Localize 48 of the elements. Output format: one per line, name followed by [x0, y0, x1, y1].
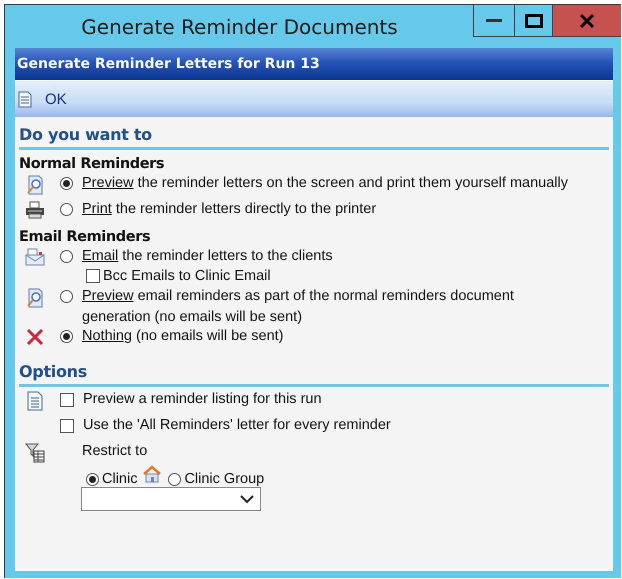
section-heading: Do you want to: [19, 117, 609, 150]
section-heading: Options: [19, 354, 609, 387]
checkbox[interactable]: [60, 419, 74, 433]
radio-button[interactable]: [60, 177, 73, 190]
group-heading: Normal Reminders: [19, 155, 166, 174]
window-title: Generate Reminder Documents: [80, 14, 399, 39]
cross-icon: [25, 328, 45, 346]
radio-button[interactable]: [60, 250, 73, 263]
option-text: Preview email reminders as part of the normal reminders document generation (no emails will be sent): [82, 287, 515, 327]
option-link[interactable]: Email: [82, 248, 118, 264]
close-icon: [580, 14, 594, 28]
option-text: Nothing (no emails will be sent): [82, 327, 284, 346]
radio-button[interactable]: [60, 290, 73, 303]
radio-button[interactable]: [168, 472, 182, 486]
minimize-icon: [486, 18, 502, 22]
radio-button[interactable]: [86, 472, 99, 486]
document-icon: [25, 391, 45, 411]
group-heading: Email Reminders: [19, 228, 152, 247]
maximize-icon: [524, 14, 542, 28]
option-text: Preview the reminder letters on the screen and print them yourself manually: [82, 174, 568, 193]
option-link[interactable]: Preview: [82, 288, 134, 304]
option-text: Print the reminder letters directly to the printer: [82, 200, 376, 219]
restrict-label: Restrict to: [82, 442, 148, 461]
magnifier-page-icon: [25, 288, 45, 308]
checkbox-label: Bcc Emails to Clinic Email: [103, 268, 271, 284]
house-icon: [142, 465, 162, 483]
radio-button[interactable]: [60, 203, 73, 216]
option-link[interactable]: Preview: [82, 175, 134, 191]
radio-button[interactable]: [60, 330, 73, 343]
radio-label: Clinic: [102, 471, 138, 487]
checkbox[interactable]: [60, 393, 74, 407]
radio-label: Clinic Group: [184, 471, 264, 487]
checkbox-label: Use the 'All Reminders' letter for every reminder: [83, 416, 391, 435]
filter-table-icon: [25, 443, 45, 463]
option-link[interactable]: Nothing: [82, 328, 132, 344]
option-link[interactable]: Print: [82, 201, 112, 217]
checkbox-label: Preview a reminder listing for this run: [83, 390, 322, 409]
checkbox[interactable]: [86, 269, 100, 283]
minimize-button[interactable]: [473, 5, 515, 37]
printer-icon: [25, 201, 45, 219]
chevron-down-icon: [240, 494, 254, 504]
close-button[interactable]: [552, 5, 621, 37]
document-icon: [18, 90, 32, 108]
envelope-page-icon: [25, 248, 45, 266]
magnifier-page-icon: [25, 175, 45, 195]
option-text: Email the reminder letters to the clients: [82, 247, 333, 266]
header-bar: Generate Reminder Letters for Run 13: [15, 48, 613, 80]
ok-button[interactable]: OK: [18, 90, 67, 108]
